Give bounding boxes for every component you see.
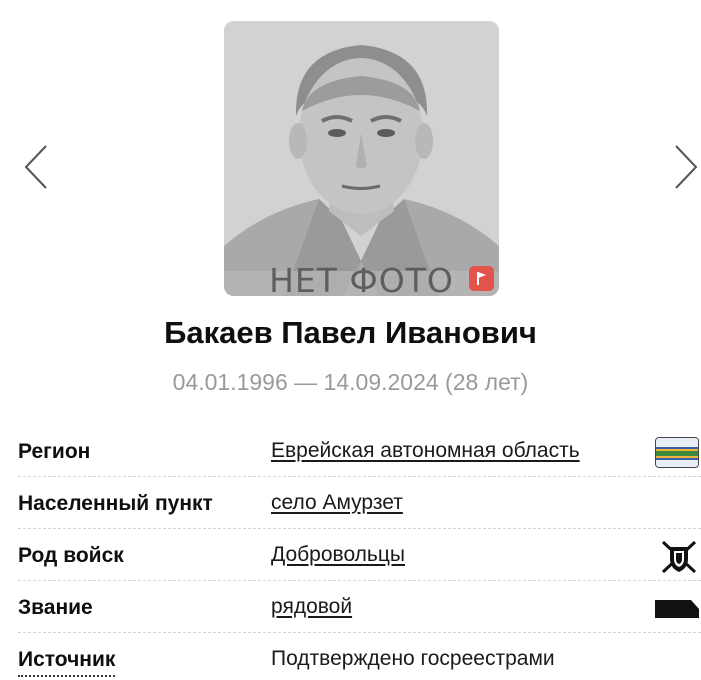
rank-link[interactable]: рядовой [271,595,352,619]
source-value: Подтверждено госреестрами [271,647,555,670]
rank-label: Звание [18,596,93,619]
detail-row-troops: Род войск Добровольцы [18,529,701,581]
troops-link[interactable]: Добровольцы [271,543,405,567]
flag-stripe [656,460,698,467]
flag-icon [477,272,486,285]
portrait-image [224,21,499,296]
region-link[interactable]: Еврейская автономная область [271,439,580,463]
troops-label: Род войск [18,544,124,567]
chevron-right-icon [675,145,698,189]
source-label[interactable]: Источник [18,648,116,677]
next-arrow-button[interactable] [668,140,701,194]
volunteers-emblem-icon [661,540,697,574]
flag-stripe [656,438,698,447]
portrait-photo: НЕТ ФОТО [224,21,499,296]
settlement-label: Населенный пункт [18,492,213,515]
shoulder-strap-icon [655,600,699,618]
chevron-left-icon [24,145,47,189]
detail-row-rank: Звание рядовой [18,581,701,633]
details-table: Регион Еврейская автономная область Насе… [18,425,701,680]
no-photo-label: НЕТ ФОТО [269,261,454,296]
report-flag-button[interactable] [469,266,494,291]
life-dates: 04.01.1996 — 14.09.2024 (28 лет) [172,369,529,395]
detail-row-source: Источник Подтверждено госреестрами [18,633,701,680]
person-name: Бакаев Павел Иванович [164,315,537,350]
region-label: Регион [18,440,91,463]
settlement-link[interactable]: село Амурзет [271,491,403,515]
detail-row-settlement: Населенный пункт село Амурзет [18,477,701,529]
region-flag-icon [655,437,699,468]
previous-arrow-button[interactable] [20,140,54,194]
detail-row-region: Регион Еврейская автономная область [18,425,701,477]
